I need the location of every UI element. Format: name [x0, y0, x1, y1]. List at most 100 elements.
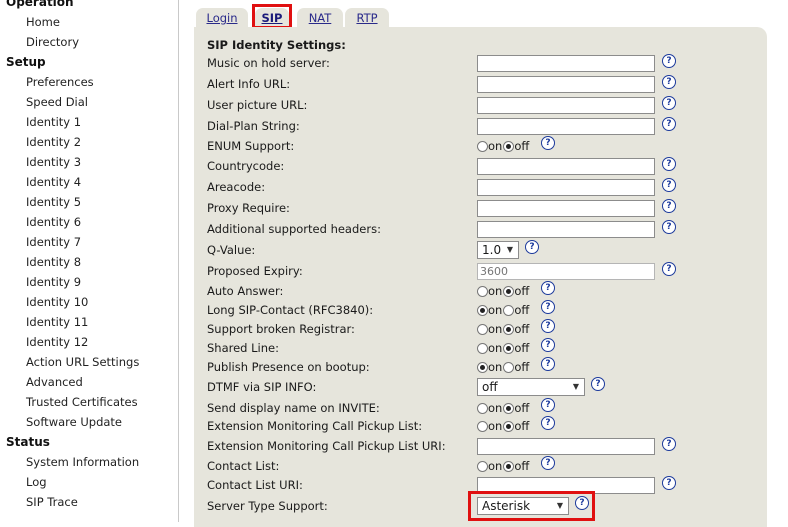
dtmf-via-sip-info-select-value: off [482, 380, 498, 394]
q-value-help-icon[interactable]: ? [525, 240, 539, 254]
sidebar-item-sip-trace[interactable]: SIP Trace [0, 492, 178, 512]
sidebar-item-identity-5[interactable]: Identity 5 [0, 192, 178, 212]
countrycode-input[interactable] [477, 158, 655, 175]
sidebar-item-identity-8[interactable]: Identity 8 [0, 252, 178, 272]
enum-support-radio-off[interactable] [503, 141, 515, 152]
contact-list-label-text: Contact List: [207, 459, 280, 473]
dial-plan-string-help-icon[interactable]: ? [662, 117, 676, 131]
shared-line-radio-on-label: on [488, 341, 503, 355]
contact-list-uri-help-icon[interactable]: ? [662, 476, 676, 490]
support-broken-registrar-radio-off[interactable] [503, 324, 515, 335]
dial-plan-string-input[interactable] [477, 118, 655, 135]
extension-monitoring-call-pickup-list-uri-help-icon[interactable]: ? [662, 437, 676, 451]
user-picture-url-input[interactable] [477, 97, 655, 114]
extension-monitoring-call-pickup-list-uri-input[interactable] [477, 438, 655, 455]
send-display-name-on-invite-radio-group: on off [477, 399, 530, 417]
enum-support-radio-on[interactable] [477, 141, 488, 152]
sidebar-item-trusted-certificates[interactable]: Trusted Certificates [0, 392, 178, 412]
sidebar-item-home[interactable]: Home [0, 12, 178, 32]
auto-answer-help-icon[interactable]: ? [541, 281, 555, 295]
sidebar-item-advanced[interactable]: Advanced [0, 372, 178, 392]
long-sip-contact-rfc3840-radio-off[interactable] [503, 305, 515, 316]
long-sip-contact-rfc3840-radio-on[interactable] [477, 305, 488, 316]
sidebar-item-action-url-settings[interactable]: Action URL Settings [0, 352, 178, 372]
server-type-support-label-text: Server Type Support: [207, 499, 328, 513]
auto-answer-radio-off[interactable] [503, 286, 515, 297]
sidebar-item-system-information[interactable]: System Information [0, 452, 178, 472]
areacode-help-icon[interactable]: ? [662, 178, 676, 192]
sidebar-item-directory[interactable]: Directory [0, 32, 178, 52]
sidebar-item-identity-7[interactable]: Identity 7 [0, 232, 178, 252]
extension-monitoring-call-pickup-list-radio-on-label: on [488, 419, 503, 433]
extension-monitoring-call-pickup-list-radio-group: on off [477, 417, 530, 435]
tab-nat[interactable]: NAT [297, 8, 343, 28]
send-display-name-on-invite-help-icon[interactable]: ? [541, 398, 555, 412]
proposed-expiry-label-text: Proposed Expiry: [207, 264, 303, 278]
tab-login[interactable]: Login [196, 8, 248, 28]
send-display-name-on-invite-radio-off-label: off [514, 401, 530, 415]
extension-monitoring-call-pickup-list-uri-label-text: Extension Monitoring Call Pickup List UR… [207, 439, 446, 453]
shared-line-radio-off[interactable] [503, 343, 515, 354]
contact-list-radio-on[interactable] [477, 461, 488, 472]
alert-info-url-help-icon[interactable]: ? [662, 75, 676, 89]
sidebar-item-identity-11[interactable]: Identity 11 [0, 312, 178, 332]
proxy-require-input[interactable] [477, 200, 655, 217]
extension-monitoring-call-pickup-list-radio-on[interactable] [477, 421, 488, 432]
support-broken-registrar-help-icon[interactable]: ? [541, 319, 555, 333]
sidebar-section-status: Status [6, 435, 50, 449]
proposed-expiry-input[interactable] [477, 263, 655, 280]
sidebar-item-software-update[interactable]: Software Update [0, 412, 178, 432]
sidebar-item-identity-12[interactable]: Identity 12 [0, 332, 178, 352]
sidebar-nav: Operation Home Directory Setup Preferences Sp… [0, 0, 179, 522]
sidebar-section-setup: Setup [6, 55, 46, 69]
auto-answer-label-text: Auto Answer: [207, 284, 284, 298]
enum-support-radio-on-label: on [488, 139, 503, 153]
user-picture-url-help-icon[interactable]: ? [662, 96, 676, 110]
shared-line-radio-on[interactable] [477, 343, 488, 354]
long-sip-contact-rfc3840-help-icon[interactable]: ? [541, 300, 555, 314]
extension-monitoring-call-pickup-list-radio-off[interactable] [503, 421, 515, 432]
music-on-hold-server-help-icon[interactable]: ? [662, 54, 676, 68]
publish-presence-on-bootup-help-icon[interactable]: ? [541, 357, 555, 371]
sidebar-item-identity-10[interactable]: Identity 10 [0, 292, 178, 312]
sidebar-item-identity-6[interactable]: Identity 6 [0, 212, 178, 232]
sidebar-item-identity-2[interactable]: Identity 2 [0, 132, 178, 152]
areacode-label-text: Areacode: [207, 180, 266, 194]
extension-monitoring-call-pickup-list-help-icon[interactable]: ? [541, 416, 555, 430]
sidebar-item-identity-3[interactable]: Identity 3 [0, 152, 178, 172]
contact-list-help-icon[interactable]: ? [541, 456, 555, 470]
q-value-select[interactable]: 1.0 ▼ [477, 241, 519, 259]
sidebar-item-identity-1[interactable]: Identity 1 [0, 112, 178, 132]
publish-presence-on-bootup-radio-off[interactable] [503, 362, 515, 373]
contact-list-radio-off[interactable] [503, 461, 515, 472]
dtmf-via-sip-info-select[interactable]: off ▼ [477, 378, 585, 396]
enum-support-help-icon[interactable]: ? [541, 136, 555, 150]
publish-presence-on-bootup-radio-on[interactable] [477, 362, 488, 373]
additional-supported-headers-help-icon[interactable]: ? [662, 220, 676, 234]
music-on-hold-server-input[interactable] [477, 55, 655, 72]
proposed-expiry-help-icon[interactable]: ? [662, 262, 676, 276]
proxy-require-help-icon[interactable]: ? [662, 199, 676, 213]
q-value-label-text: Q-Value: [207, 243, 256, 257]
dtmf-via-sip-info-help-icon[interactable]: ? [591, 377, 605, 391]
support-broken-registrar-radio-on[interactable] [477, 324, 488, 335]
sidebar-item-speed-dial[interactable]: Speed Dial [0, 92, 178, 112]
shared-line-help-icon[interactable]: ? [541, 338, 555, 352]
send-display-name-on-invite-radio-off[interactable] [503, 403, 515, 414]
sidebar-item-preferences[interactable]: Preferences [0, 72, 178, 92]
alert-info-url-input[interactable] [477, 76, 655, 93]
sidebar-item-log[interactable]: Log [0, 472, 178, 492]
countrycode-help-icon[interactable]: ? [662, 157, 676, 171]
tab-rtp[interactable]: RTP [345, 8, 389, 28]
sidebar-item-identity-9[interactable]: Identity 9 [0, 272, 178, 292]
auto-answer-radio-on-label: on [488, 284, 503, 298]
dtmf-via-sip-info-label-text: DTMF via SIP INFO: [207, 380, 317, 394]
send-display-name-on-invite-radio-on[interactable] [477, 403, 488, 414]
additional-supported-headers-input[interactable] [477, 221, 655, 238]
contact-list-radio-group: on off [477, 457, 530, 475]
auto-answer-radio-on[interactable] [477, 286, 488, 297]
auto-answer-radio-group: on off [477, 282, 530, 300]
sidebar-item-identity-4[interactable]: Identity 4 [0, 172, 178, 192]
server-type-highlight-box [468, 491, 595, 521]
areacode-input[interactable] [477, 179, 655, 196]
